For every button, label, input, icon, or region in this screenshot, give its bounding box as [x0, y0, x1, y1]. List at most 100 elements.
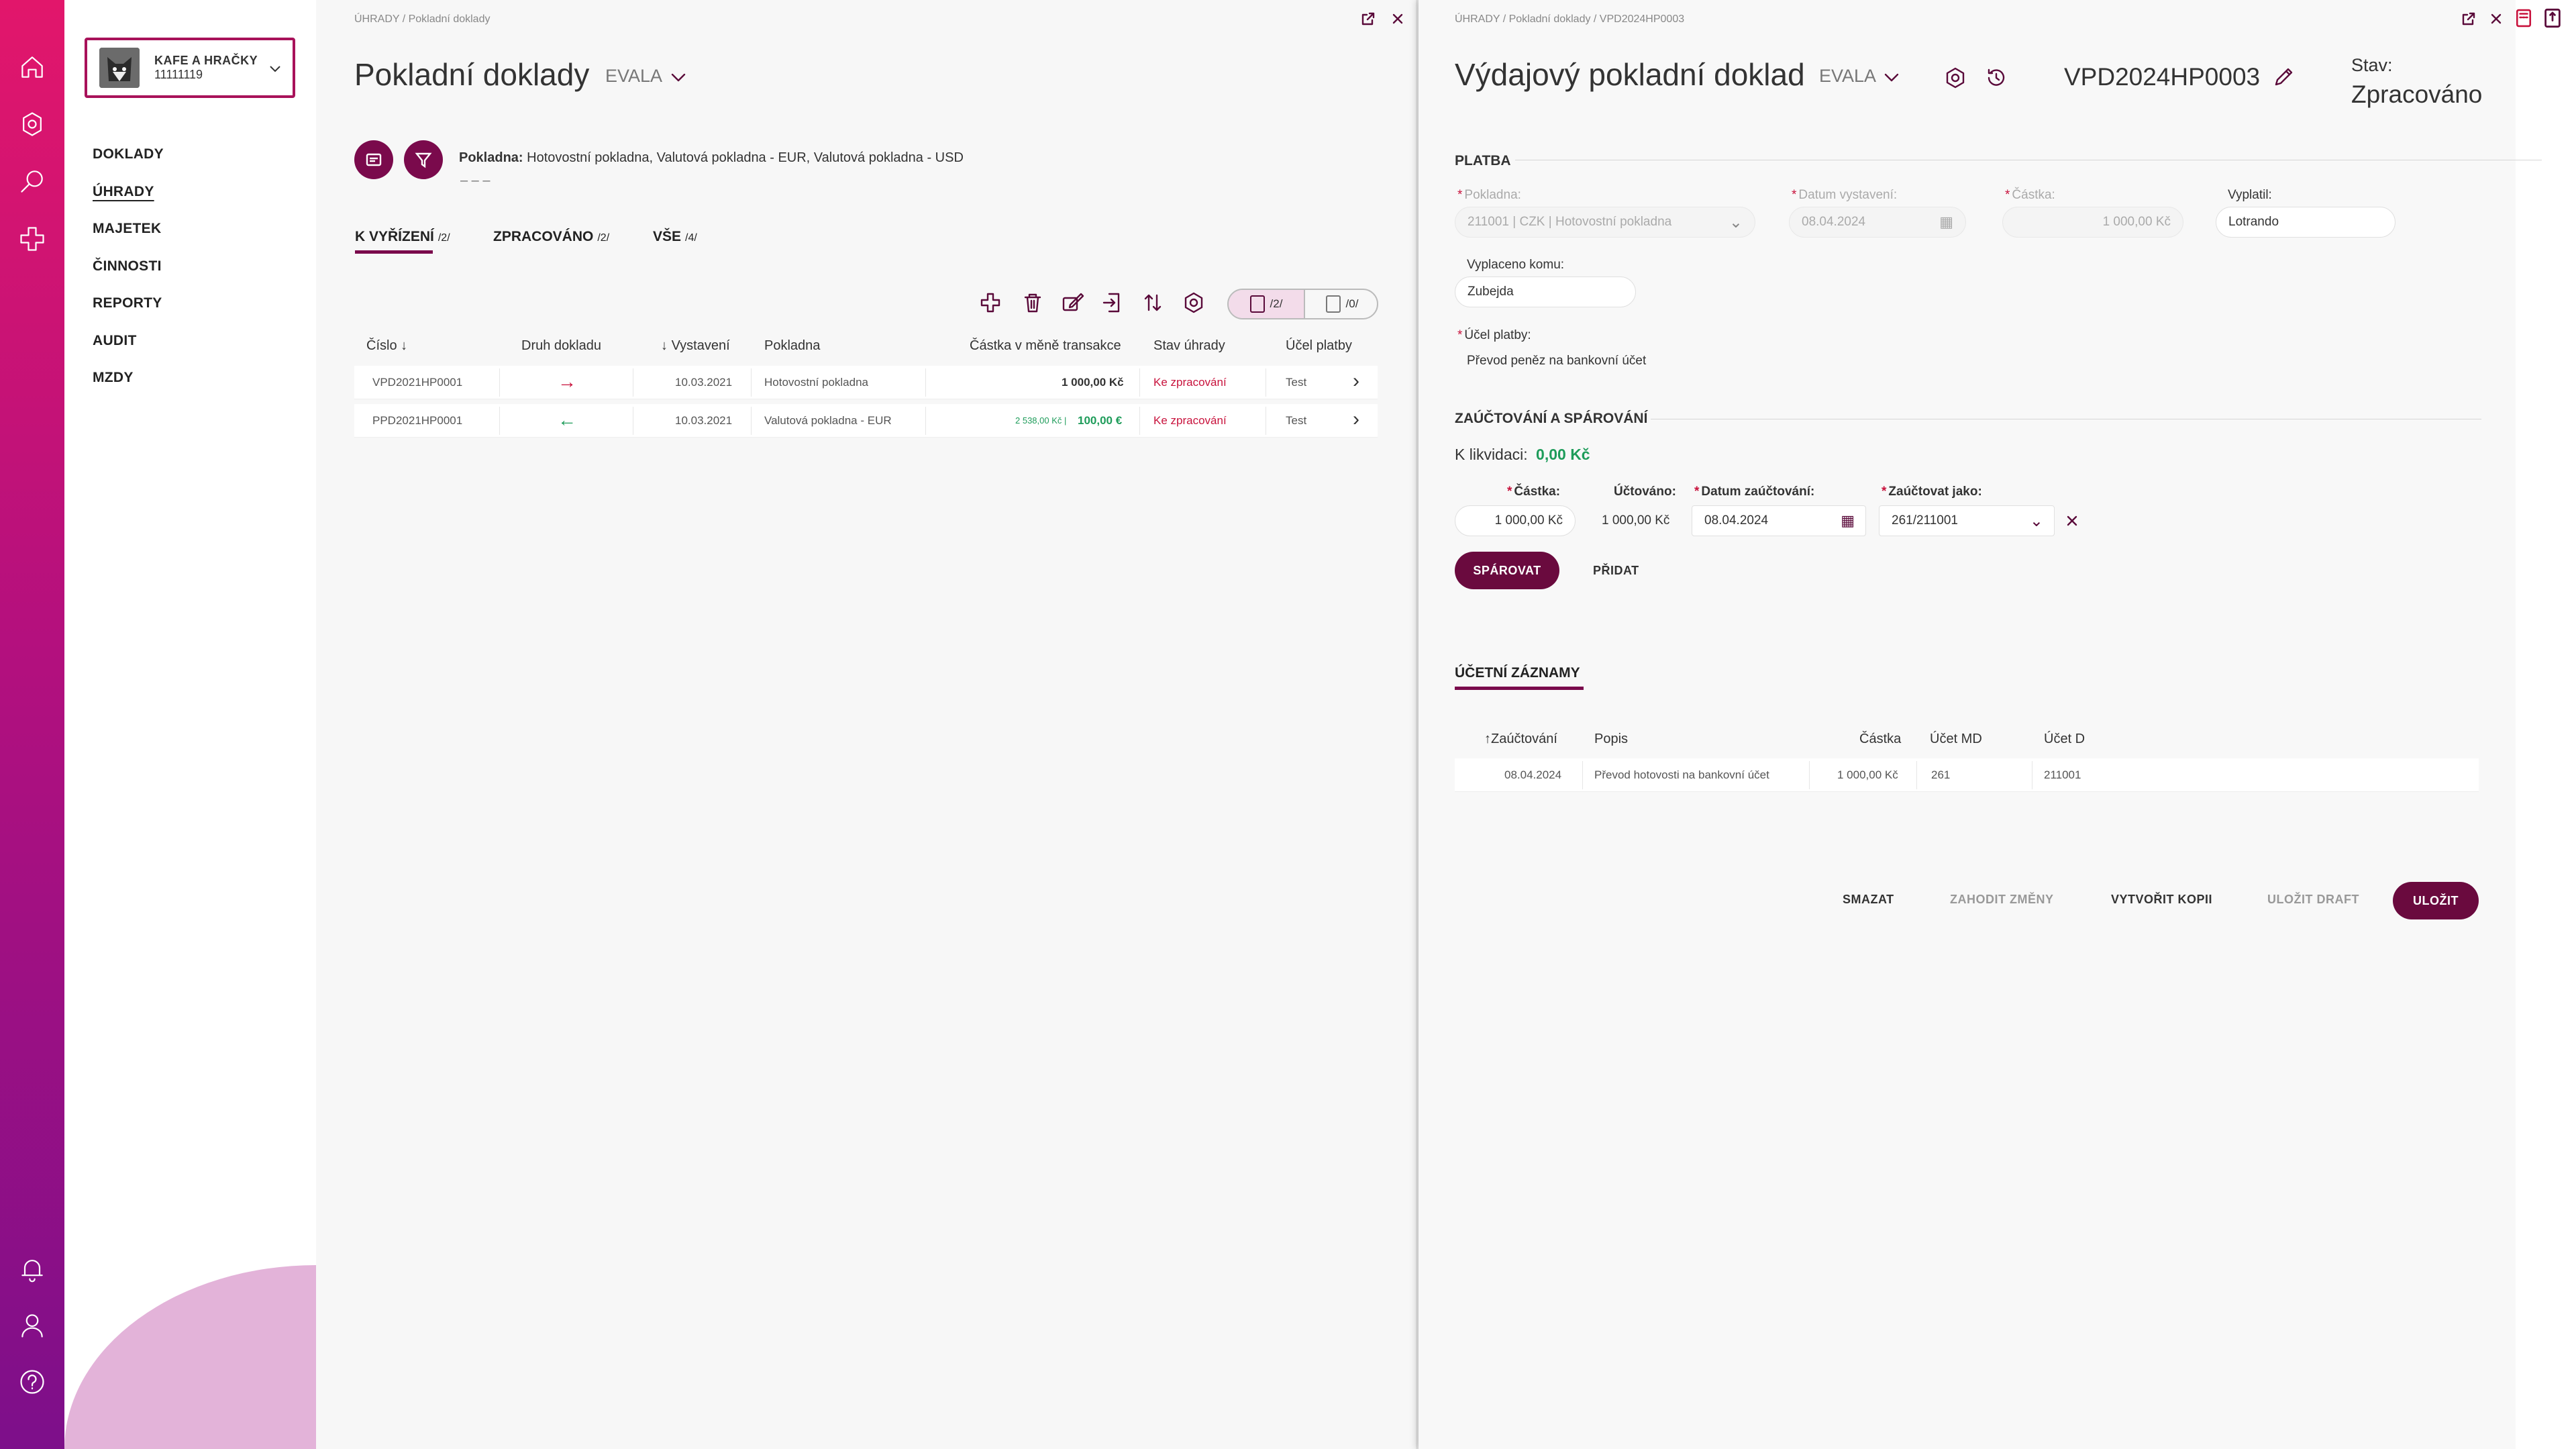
datum-zauctovani-field[interactable]: 08.04.2024 ▦ [1692, 505, 1866, 536]
chevron-down-icon: ⌄ [2029, 511, 2043, 530]
col-cislo[interactable]: Číslo ↓ [366, 338, 407, 354]
table-row[interactable]: PPD2021HP0001 ← 10.03.2021 Valutová pokl… [354, 404, 1378, 438]
company-selector[interactable]: KAFE A HRAČKY 11111119 [85, 38, 295, 98]
card-view-button[interactable] [354, 140, 393, 179]
col-popis[interactable]: Popis [1594, 732, 1628, 747]
ulozit-draft-button[interactable]: ULOŽIT DRAFT [2267, 893, 2359, 907]
breadcrumb-left[interactable]: ÚHRADY / Pokladní doklady [354, 13, 490, 26]
cell-ucel: Test [1286, 376, 1307, 389]
zahodit-zmeny-button[interactable]: ZAHODIT ZMĚNY [1950, 893, 2054, 907]
user-icon[interactable] [16, 1309, 48, 1342]
tab-count: /4/ [685, 232, 697, 244]
datum-value: 08.04.2024 [1704, 513, 1769, 528]
datum-vystaveni-field[interactable]: 08.04.2024 ▦ [1789, 207, 1966, 238]
nav-mzdy[interactable]: MZDY [93, 370, 164, 407]
calculator-icon[interactable] [2515, 8, 2532, 28]
sort-icon[interactable] [1141, 291, 1164, 314]
col-ucet-d[interactable]: Účet D [2044, 732, 2085, 747]
sidebar: KAFE A HRAČKY 11111119 DOKLADY ÚHRADY MA… [64, 0, 316, 1449]
zauct-castka-field[interactable]: 1 000,00 Kč [1455, 505, 1576, 536]
chevron-right-icon[interactable]: › [1353, 370, 1359, 393]
close-icon[interactable] [1390, 11, 1406, 27]
pokladna-label: * Pokladna: [1457, 188, 1521, 202]
sort-up-icon: ↑ [1484, 732, 1491, 746]
add-icon[interactable] [979, 291, 1002, 314]
table-row[interactable]: 08.04.2024 Převod hotovosti na bankovní … [1455, 758, 2479, 792]
pencil-icon[interactable] [2272, 66, 2295, 89]
search-icon[interactable] [16, 165, 48, 197]
nav-cinnosti[interactable]: ČINNOSTI [93, 258, 164, 296]
tab-zpracovano[interactable]: ZPRACOVÁNO/2/ [493, 229, 609, 245]
status-value: Zpracováno [2351, 81, 2483, 108]
pokladna-select[interactable]: 211001 | CZK | Hotovostní pokladna ⌄ [1455, 207, 1755, 238]
cell-castka: 1 000,00 Kč [1062, 376, 1124, 389]
col-druh[interactable]: Druh dokladu [521, 338, 601, 354]
vytvorit-kopii-button[interactable]: VYTVOŘIT KOPII [2111, 893, 2212, 907]
tab-count: /2/ [597, 232, 610, 244]
nav-doklady[interactable]: DOKLADY [93, 146, 164, 184]
zauctovat-jako-select[interactable]: 261/211001 ⌄ [1879, 505, 2055, 536]
edit-note-icon[interactable] [1061, 291, 1085, 314]
ulozit-button[interactable]: ULOŽIT [2393, 882, 2479, 919]
smazat-button[interactable]: SMAZAT [1843, 893, 1894, 907]
section-zauctovani: ZAÚČTOVÁNÍ A SPÁROVÁNÍ [1455, 411, 1648, 426]
document-number: VPD2024HP0003 [2064, 63, 2261, 91]
open-external-icon[interactable] [2461, 11, 2477, 27]
nav-reporty[interactable]: REPORTY [93, 295, 164, 333]
tab-k-vyrizeni[interactable]: K VYŘÍZENÍ/2/ [355, 229, 450, 245]
view-toggle[interactable]: /2/ /0/ [1227, 289, 1378, 319]
trash-icon[interactable] [1021, 291, 1044, 314]
col-ucet-md[interactable]: Účet MD [1930, 732, 1982, 747]
nav-audit[interactable]: AUDIT [93, 333, 164, 370]
breadcrumb-right[interactable]: ÚHRADY / Pokladní doklady / VPD2024HP000… [1455, 13, 1684, 26]
history-icon[interactable] [1985, 66, 2008, 89]
toggle-count: /2/ [1270, 297, 1283, 310]
settings-icon[interactable] [16, 108, 48, 140]
col-stav[interactable]: Stav úhrady [1153, 338, 1225, 354]
import-icon[interactable] [1101, 291, 1124, 314]
calendar-icon[interactable]: ▦ [1841, 512, 1855, 530]
settings-icon[interactable] [1944, 66, 1967, 89]
vyplatil-field[interactable]: Lotrando [2216, 207, 2395, 238]
plus-icon[interactable] [16, 223, 48, 255]
pridat-button[interactable]: PŘIDAT [1593, 564, 1639, 578]
nav-majetek[interactable]: MAJETEK [93, 221, 164, 258]
sidebar-toggle-icon[interactable] [2543, 8, 2562, 28]
chevron-right-icon[interactable]: › [1353, 408, 1359, 431]
table-row[interactable]: VPD2021HP0001 → 10.03.2021 Hotovostní po… [354, 366, 1378, 399]
cell-cislo: PPD2021HP0001 [372, 414, 463, 427]
col-castka[interactable]: Částka v měně transakce [970, 338, 1121, 354]
cell-divider [751, 368, 752, 397]
tab-label: ZPRACOVÁNO [493, 229, 594, 244]
toggle-option-detail[interactable]: /0/ [1304, 290, 1377, 318]
cell-divider [1916, 761, 1917, 789]
castka-field[interactable]: 1 000,00 Kč [2002, 207, 2183, 238]
calendar-icon[interactable]: ▦ [1939, 213, 1953, 231]
filter-button[interactable] [404, 140, 443, 179]
sparovat-button[interactable]: SPÁROVAT [1455, 552, 1559, 589]
sort-down-icon: ↓ [661, 338, 668, 353]
tab-ucetni-zaznamy[interactable]: ÚČETNÍ ZÁZNAMY [1455, 665, 1580, 681]
col-ucel[interactable]: Účel platby [1286, 338, 1352, 354]
evala-label-right[interactable]: EVALA [1819, 66, 1876, 87]
col-label: Číslo [366, 338, 397, 353]
tab-vse[interactable]: VŠE/4/ [653, 229, 697, 245]
open-external-icon[interactable] [1360, 11, 1376, 27]
help-icon[interactable] [16, 1366, 48, 1398]
chevron-down-icon[interactable] [1882, 70, 1902, 86]
home-icon[interactable] [16, 51, 48, 83]
col-zauctovani[interactable]: ↑Zaúčtování [1484, 732, 1557, 747]
vyplaceno-komu-field[interactable]: Zubejda [1455, 277, 1636, 307]
bell-icon[interactable] [16, 1253, 48, 1285]
chevron-down-icon[interactable] [668, 70, 688, 86]
remove-icon[interactable] [2064, 513, 2080, 529]
nav-uhrady[interactable]: ÚHRADY [93, 184, 164, 221]
ucel-platby-value[interactable]: Převod peněz na bankovní účet [1467, 354, 1646, 368]
close-icon[interactable] [2488, 11, 2504, 27]
toggle-option-list[interactable]: /2/ [1229, 290, 1304, 318]
evala-label-left[interactable]: EVALA [605, 66, 662, 87]
col-castka[interactable]: Částka [1859, 732, 1901, 747]
settings-icon[interactable] [1182, 291, 1205, 314]
col-vystaveni[interactable]: ↓ Vystavení [661, 338, 730, 354]
col-pokladna[interactable]: Pokladna [764, 338, 820, 354]
